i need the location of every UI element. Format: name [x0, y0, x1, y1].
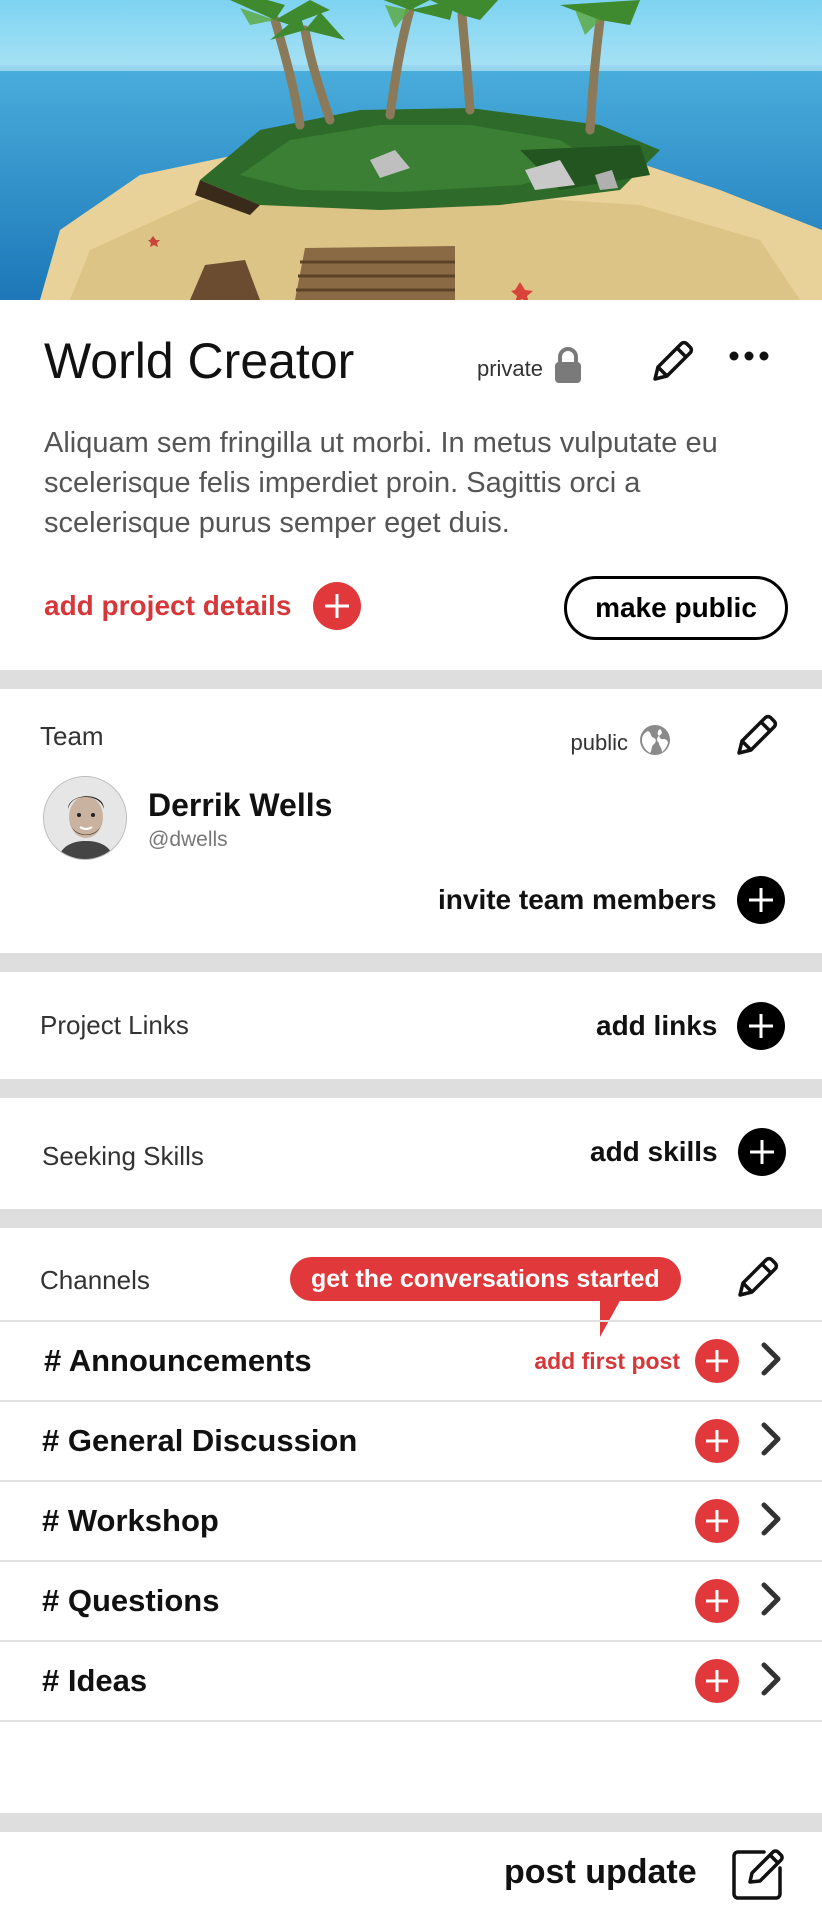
lock-icon — [553, 347, 583, 391]
edit-project-button[interactable] — [646, 338, 698, 390]
add-skills-label: add skills — [590, 1136, 718, 1167]
add-project-details-button[interactable]: add project details — [44, 582, 362, 630]
section-divider — [0, 953, 822, 972]
pencil-icon — [647, 337, 697, 392]
project-links-label: Project Links — [40, 1010, 189, 1040]
chevron-right-icon[interactable] — [758, 1421, 786, 1462]
edit-team-button[interactable] — [730, 712, 782, 764]
project-cover-image — [0, 0, 822, 300]
project-description: Aliquam sem fringilla ut morbi. In metus… — [44, 427, 718, 539]
invite-team-members-label: invite team members — [438, 884, 717, 915]
team-visibility-status[interactable]: public — [571, 723, 672, 763]
plus-icon — [737, 1002, 786, 1050]
pencil-icon — [731, 711, 781, 766]
make-public-button[interactable]: make public — [564, 576, 788, 640]
team-visibility-label: public — [570, 730, 628, 755]
add-post-button[interactable] — [695, 1659, 739, 1703]
channel-row-general-discussion[interactable]: # General Discussion — [0, 1400, 822, 1480]
channel-row-announcements[interactable]: # Announcements add first post — [0, 1320, 822, 1400]
add-post-button[interactable] — [695, 1339, 739, 1383]
channel-row-workshop[interactable]: # Workshop — [0, 1480, 822, 1560]
add-post-button[interactable] — [695, 1579, 739, 1623]
member-handle: @dwells — [148, 828, 228, 851]
more-icon — [728, 349, 770, 367]
edit-channels-button[interactable] — [731, 1254, 783, 1306]
compose-icon — [728, 1844, 788, 1909]
post-update-button[interactable] — [728, 1846, 788, 1906]
team-section-label: Team — [40, 721, 104, 751]
add-post-button[interactable] — [695, 1499, 739, 1543]
plus-icon — [313, 582, 362, 630]
add-links-button[interactable]: add links — [596, 1002, 786, 1050]
post-update-label[interactable]: post update — [504, 1853, 697, 1892]
visibility-label: private — [476, 356, 543, 381]
channel-name: # General Discussion — [42, 1423, 358, 1458]
section-divider — [0, 1813, 822, 1832]
plus-icon — [737, 1128, 786, 1176]
member-name[interactable]: Derrik Wells — [148, 787, 332, 824]
section-divider — [0, 1079, 822, 1098]
channels-label: Channels — [40, 1265, 150, 1295]
chevron-right-icon[interactable] — [758, 1661, 786, 1702]
globe-icon — [638, 723, 672, 763]
add-links-label: add links — [596, 1010, 718, 1041]
channel-row-ideas[interactable]: # Ideas — [0, 1640, 822, 1720]
avatar[interactable] — [43, 776, 127, 860]
add-skills-button[interactable]: add skills — [590, 1128, 786, 1176]
section-divider — [0, 670, 822, 689]
more-options-button[interactable] — [726, 348, 772, 368]
plus-icon — [736, 876, 785, 924]
conversation-tooltip: get the conversations started — [290, 1257, 681, 1301]
pencil-icon — [732, 1253, 782, 1308]
add-post-button[interactable] — [695, 1419, 739, 1463]
chevron-right-icon[interactable] — [758, 1581, 786, 1622]
chevron-right-icon[interactable] — [758, 1341, 786, 1382]
invite-team-members-button[interactable]: invite team members — [438, 876, 785, 924]
channel-row-questions[interactable]: # Questions — [0, 1560, 822, 1640]
list-divider — [0, 1720, 822, 1722]
channel-name: # Announcements — [44, 1343, 312, 1378]
add-first-post-link[interactable]: add first post — [534, 1348, 680, 1375]
seeking-skills-label: Seeking Skills — [42, 1141, 204, 1171]
channel-name: # Workshop — [42, 1503, 219, 1538]
visibility-status[interactable]: private — [477, 347, 583, 391]
add-project-details-label: add project details — [44, 590, 292, 621]
channel-name: # Ideas — [42, 1663, 148, 1698]
chevron-right-icon[interactable] — [758, 1501, 786, 1542]
channel-name: # Questions — [42, 1583, 220, 1618]
section-divider — [0, 1209, 822, 1228]
project-title: World Creator — [44, 333, 355, 389]
